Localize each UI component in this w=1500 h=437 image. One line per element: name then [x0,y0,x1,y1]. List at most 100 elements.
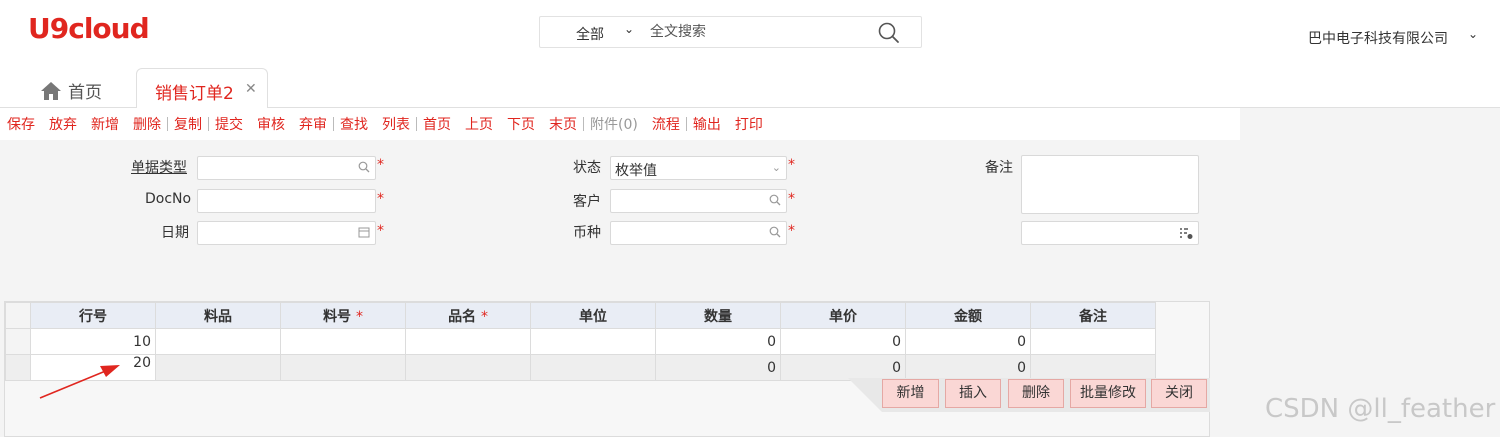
list-button[interactable]: 列表 [382,114,410,134]
chevron-down-icon[interactable]: ⌄ [624,22,634,36]
search-icon[interactable] [358,161,370,176]
required-mark: * [355,308,363,325]
attachment-button[interactable]: 附件(0) [590,114,638,134]
cell-line-no[interactable]: 10 [30,328,156,355]
date-input[interactable] [197,221,376,245]
cell-unit[interactable] [530,328,656,355]
close-icon[interactable]: ✕ [245,81,257,97]
delete-button[interactable]: 删除 [133,114,161,134]
find-button[interactable]: 查找 [340,114,368,134]
cell-remark[interactable] [1030,328,1156,355]
approve-button[interactable]: 审核 [257,114,285,134]
cell-qty[interactable]: 0 [655,328,781,355]
cell-unit[interactable] [530,354,656,381]
required-mark: * [788,157,795,173]
col-price[interactable]: 单价 [780,302,906,329]
workflow-button[interactable]: 流程 [652,114,680,134]
cell-line-no[interactable]: 20 [30,354,156,381]
submit-button[interactable]: 提交 [215,114,243,134]
search-icon[interactable] [769,194,781,209]
copy-button[interactable]: 复制 [174,114,202,134]
calendar-icon[interactable] [358,226,370,241]
row-selector[interactable] [5,354,31,381]
cell-amount[interactable]: 0 [905,328,1031,355]
cell-amount[interactable]: 0 [905,354,1031,381]
company-selector[interactable]: 巴中电子科技有限公司 [1308,28,1448,48]
col-unit[interactable]: 单位 [530,302,656,329]
required-mark: * [788,191,795,207]
table-row[interactable]: 10 0 0 0 [5,328,1156,355]
cell-price[interactable]: 0 [780,354,906,381]
cell-qty[interactable]: 0 [655,354,781,381]
list-settings-icon[interactable] [1179,226,1193,243]
col-item-name[interactable]: 品名 * [405,302,531,329]
next-page-button[interactable]: 下页 [507,114,535,134]
grid-close-button[interactable]: 关闭 [1151,379,1207,408]
print-button[interactable]: 打印 [735,114,763,134]
global-search: 全部 ⌄ [539,16,922,48]
chevron-down-icon[interactable]: ⌄ [772,161,781,174]
grid-batch-edit-button[interactable]: 批量修改 [1070,379,1146,408]
extra-field-input[interactable] [1021,221,1199,245]
toolbar-divider [333,117,334,131]
col-remark[interactable]: 备注 [1030,302,1156,329]
cell-item-name[interactable] [405,354,531,381]
cell-price[interactable]: 0 [780,328,906,355]
cell-item-code[interactable] [280,354,406,381]
last-page-button[interactable]: 末页 [549,114,577,134]
save-button[interactable]: 保存 [7,114,35,134]
col-item[interactable]: 料品 [155,302,281,329]
search-input[interactable] [650,22,870,42]
export-button[interactable]: 输出 [693,114,721,134]
col-item-code[interactable]: 料号 * [280,302,406,329]
prev-page-button[interactable]: 上页 [465,114,493,134]
row-selector[interactable] [5,328,31,355]
cell-item-code[interactable] [280,328,406,355]
order-lines-grid: 行号 料品 料号 * 品名 * 单位 数量 单价 金额 备注 10 0 0 0 … [4,301,1210,437]
search-icon[interactable] [877,21,901,45]
currency-label: 币种 [573,225,601,241]
first-page-button[interactable]: 首页 [423,114,451,134]
toolbar-divider [685,117,687,131]
col-amount[interactable]: 金额 [905,302,1031,329]
tab-sales-order-label: 销售订单2 [155,84,234,104]
tab-bar: 首页 销售订单2 ✕ [0,68,1500,109]
table-row[interactable]: 20 0 0 0 [5,354,1156,381]
cell-item-name[interactable] [405,328,531,355]
cell-remark[interactable] [1030,354,1156,381]
doc-type-label[interactable]: 单据类型 [131,157,187,177]
customer-label: 客户 [573,194,601,210]
search-scope-select[interactable]: 全部 [576,24,604,44]
status-label: 状态 [573,160,601,176]
discard-button[interactable]: 放弃 [49,114,77,134]
cell-item[interactable] [155,354,281,381]
grid-delete-button[interactable]: 删除 [1008,379,1064,408]
new-button[interactable]: 新增 [91,114,119,134]
unapprove-button[interactable]: 弃审 [299,114,327,134]
required-mark: * [377,223,384,239]
tab-sales-order[interactable]: 销售订单2 ✕ [136,68,268,109]
grid-add-button[interactable]: 新增 [882,379,939,408]
col-line-no[interactable]: 行号 [30,302,156,329]
currency-input[interactable] [610,221,787,245]
row-selector-header[interactable] [5,302,31,329]
toolbar-divider [416,117,417,131]
tab-home[interactable]: 首页 [40,78,102,103]
toolbar-divider [583,117,584,131]
docno-input[interactable] [197,189,376,213]
chevron-down-icon[interactable]: ⌄ [1468,27,1478,41]
tab-home-label: 首页 [68,83,102,103]
grid-insert-button[interactable]: 插入 [945,379,1001,408]
app-header: U9cloud 全部 ⌄ 巴中电子科技有限公司 ⌄ [0,0,1500,68]
required-mark: * [480,308,488,325]
status-select[interactable]: 枚举值 ⌄ [610,156,787,180]
grid-table: 行号 料品 料号 * 品名 * 单位 数量 单价 金额 备注 10 0 0 0 … [5,302,1156,381]
customer-input[interactable] [610,189,787,213]
remark-textarea[interactable] [1021,155,1199,214]
cell-item[interactable] [155,328,281,355]
doc-type-input[interactable] [197,156,376,180]
search-icon[interactable] [769,226,781,241]
u9cloud-logo[interactable]: U9cloud [28,12,150,45]
col-qty[interactable]: 数量 [655,302,781,329]
docno-label: DocNo [145,191,192,207]
